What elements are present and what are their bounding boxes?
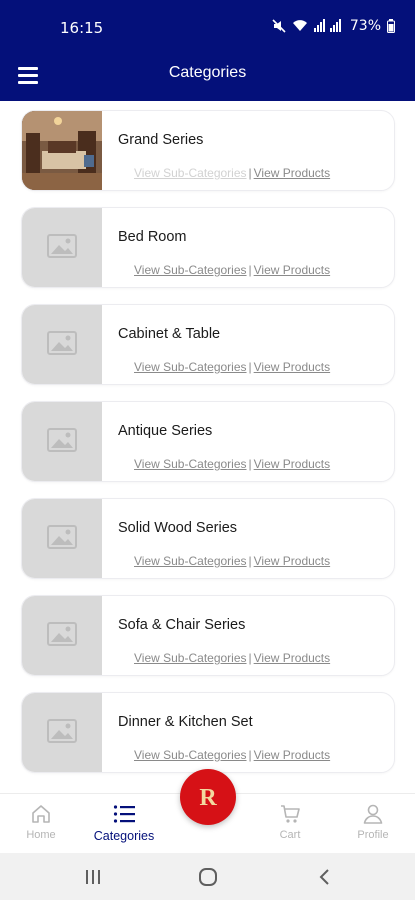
- battery-level: 73%: [349, 18, 381, 34]
- category-card[interactable]: Dinner & Kitchen Set View Sub-Categories…: [21, 692, 395, 773]
- view-products-link[interactable]: View Products: [254, 651, 330, 665]
- link-separator: |: [248, 166, 252, 180]
- view-sub-categories-link[interactable]: View Sub-Categories: [134, 263, 247, 277]
- category-image-placeholder: [22, 305, 102, 384]
- category-image-placeholder: [22, 499, 102, 578]
- image-placeholder-icon: [47, 234, 77, 263]
- category-links: View Sub-Categories | View Products: [134, 748, 330, 762]
- image-placeholder-icon: [47, 331, 77, 360]
- view-sub-categories-link[interactable]: View Sub-Categories: [134, 166, 247, 180]
- view-products-link[interactable]: View Products: [254, 554, 330, 568]
- category-image-placeholder: [22, 208, 102, 287]
- signal-icon: [313, 19, 344, 33]
- link-separator: |: [248, 457, 252, 471]
- category-card[interactable]: Antique Series View Sub-Categories | View …: [21, 401, 395, 482]
- category-name: Grand Series: [118, 132, 204, 148]
- category-links: View Sub-Categories | View Products: [134, 166, 330, 180]
- nav-cart[interactable]: Cart: [255, 802, 325, 841]
- category-card[interactable]: Solid Wood Series View Sub-Categories | Vi…: [21, 498, 395, 579]
- category-card[interactable]: Cabinet & Table View Sub-Categories | View…: [21, 304, 395, 385]
- mute-icon: [272, 19, 286, 33]
- view-products-link[interactable]: View Products: [254, 263, 330, 277]
- profile-icon: [338, 802, 408, 826]
- view-sub-categories-link[interactable]: View Sub-Categories: [134, 554, 247, 568]
- category-name: Antique Series: [118, 423, 213, 439]
- back-icon[interactable]: [313, 865, 337, 889]
- view-sub-categories-link[interactable]: View Sub-Categories: [134, 360, 247, 374]
- status-time: 16:15: [60, 19, 104, 37]
- svg-text:R: R: [199, 785, 217, 811]
- category-list[interactable]: Grand Series View Sub-Categories | View Pr…: [0, 101, 415, 793]
- view-products-link[interactable]: View Products: [254, 360, 330, 374]
- category-image: [22, 111, 102, 190]
- category-links: View Sub-Categories | View Products: [134, 360, 330, 374]
- link-separator: |: [248, 263, 252, 277]
- wifi-icon: [292, 19, 308, 33]
- image-placeholder-icon: [47, 719, 77, 748]
- nav-home-label: Home: [26, 829, 56, 841]
- category-image-placeholder: [22, 596, 102, 675]
- list-icon: [89, 802, 159, 826]
- header: Categories: [0, 52, 415, 101]
- page-title: Categories: [168, 64, 247, 81]
- brand-logo-icon: R: [199, 785, 217, 811]
- view-sub-categories-link[interactable]: View Sub-Categories: [134, 457, 247, 471]
- recent-apps-icon[interactable]: [81, 865, 105, 889]
- category-name: Bed Room: [118, 229, 187, 245]
- nav-cart-label: Cart: [279, 829, 301, 841]
- category-name: Solid Wood Series: [118, 520, 238, 536]
- category-name: Sofa & Chair Series: [118, 617, 246, 633]
- view-products-link[interactable]: View Products: [254, 166, 330, 180]
- link-separator: |: [248, 748, 252, 762]
- nav-profile-label: Profile: [357, 829, 389, 841]
- view-products-link[interactable]: View Products: [254, 748, 330, 762]
- view-sub-categories-link[interactable]: View Sub-Categories: [134, 748, 247, 762]
- view-products-link[interactable]: View Products: [254, 457, 330, 471]
- home-circle-icon[interactable]: [196, 865, 220, 889]
- category-links: View Sub-Categories | View Products: [134, 457, 330, 471]
- nav-categories-label: Categories: [93, 829, 155, 843]
- category-links: View Sub-Categories | View Products: [134, 651, 330, 665]
- link-separator: |: [248, 360, 252, 374]
- nav-home[interactable]: Home: [6, 802, 76, 841]
- category-image-placeholder: [22, 693, 102, 772]
- category-card[interactable]: Bed Room View Sub-Categories | View Produc…: [21, 207, 395, 288]
- image-placeholder-icon: [47, 525, 77, 554]
- link-separator: |: [248, 554, 252, 568]
- status-icons: 73%: [272, 18, 395, 34]
- category-card[interactable]: Sofa & Chair Series View Sub-Categories |…: [21, 595, 395, 676]
- image-placeholder-icon: [47, 622, 77, 651]
- nav-categories[interactable]: Categories: [89, 802, 159, 843]
- category-links: View Sub-Categories | View Products: [134, 554, 330, 568]
- status-bar: 16:15 73%: [0, 0, 415, 52]
- category-image-placeholder: [22, 402, 102, 481]
- battery-icon: [387, 19, 395, 33]
- category-name: Dinner & Kitchen Set: [118, 714, 253, 730]
- category-name: Cabinet & Table: [118, 326, 221, 342]
- link-separator: |: [248, 651, 252, 665]
- category-card[interactable]: Grand Series View Sub-Categories | View Pr…: [21, 110, 395, 191]
- home-icon: [6, 802, 76, 826]
- image-placeholder-icon: [47, 428, 77, 457]
- home-logo-button[interactable]: R: [180, 769, 236, 825]
- view-sub-categories-link[interactable]: View Sub-Categories: [134, 651, 247, 665]
- category-links: View Sub-Categories | View Products: [134, 263, 330, 277]
- app-header-bar: 16:15 73% Categories: [0, 0, 415, 101]
- cart-icon: [255, 802, 325, 826]
- nav-profile[interactable]: Profile: [338, 802, 408, 841]
- system-navigation-bar: [0, 853, 415, 900]
